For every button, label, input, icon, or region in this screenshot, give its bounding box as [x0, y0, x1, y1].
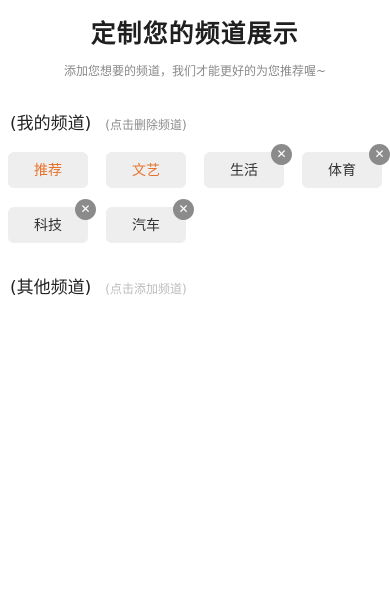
other-channels-header: (其他频道) (点击添加频道): [10, 273, 187, 298]
channel-chip-label: 体育: [328, 163, 356, 179]
channel-chip-label: 推荐: [34, 163, 62, 179]
channel-chip-label: 生活: [230, 163, 258, 179]
other-channels-hint: (点击添加频道): [105, 282, 187, 296]
channel-chip-life[interactable]: 生活 ✕: [204, 144, 292, 188]
channel-chip-label: 汽车: [132, 218, 160, 234]
close-icon[interactable]: ✕: [173, 199, 194, 220]
channel-customize-page: 定制您的频道展示 添加您想要的频道，我们才能更好的为您推荐喔~ (我的频道) (…: [0, 0, 390, 589]
page-subtitle: 添加您想要的频道，我们才能更好的为您推荐喔~: [63, 64, 327, 78]
close-icon[interactable]: ✕: [75, 199, 96, 220]
page-title: 定制您的频道展示: [90, 19, 299, 48]
channel-chip-tech[interactable]: 科技 ✕: [8, 199, 96, 243]
channel-chip-label: 文艺: [132, 163, 160, 179]
channel-chip-auto[interactable]: 汽车 ✕: [106, 199, 194, 243]
channel-chip-culture[interactable]: 文艺: [106, 152, 186, 188]
my-channels-title: (我的频道): [10, 114, 92, 134]
channel-chip-sports[interactable]: 体育 ✕: [302, 144, 390, 188]
channel-chip-recommend[interactable]: 推荐: [8, 152, 88, 188]
other-channels-title: (其他频道): [10, 278, 92, 298]
close-icon[interactable]: ✕: [271, 144, 292, 165]
channel-chip-label: 科技: [34, 218, 62, 234]
my-channels-header: (我的频道) (点击删除频道): [10, 109, 187, 134]
my-channels-hint: (点击删除频道): [105, 118, 187, 132]
close-icon[interactable]: ✕: [369, 144, 390, 165]
my-channels-grid: 推荐 文艺 生活 ✕ 体育 ✕ 科技 ✕ 汽车 ✕: [8, 144, 390, 243]
